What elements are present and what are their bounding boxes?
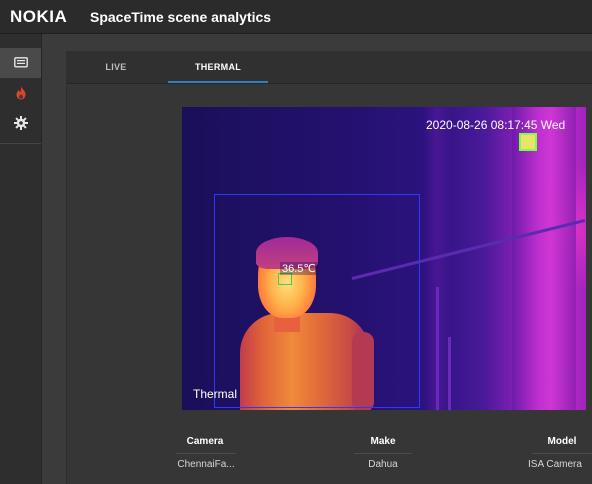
- app-title: SpaceTime scene analytics: [90, 9, 272, 25]
- thermal-video-feed[interactable]: 36.5℃ 2020-08-26 08:17:45 Wed Thermal: [182, 107, 586, 410]
- rail-divider: [0, 143, 41, 144]
- tab-thermal[interactable]: THERMAL: [168, 51, 268, 83]
- message-icon: [13, 57, 28, 68]
- gear-icon: [13, 116, 28, 130]
- thermal-hot-pillar: [512, 107, 576, 410]
- rail-item-settings[interactable]: [0, 108, 41, 138]
- rail-item-events[interactable]: [0, 48, 41, 78]
- panel-divider: [66, 84, 67, 484]
- brand-logo[interactable]: NOKIA: [10, 7, 67, 27]
- info-header-model: Model: [547, 436, 577, 447]
- rail-item-thermal[interactable]: [0, 78, 41, 108]
- info-divider: [176, 453, 236, 454]
- info-divider: [532, 453, 592, 454]
- top-bar: NOKIA SpaceTime scene analytics: [0, 0, 592, 34]
- info-header-make: Make: [370, 436, 396, 447]
- info-value-model: ISA Camera: [528, 459, 582, 470]
- feed-timestamp: 2020-08-26 08:17:45 Wed: [426, 118, 566, 132]
- person-detection-box: [214, 194, 420, 408]
- info-header-camera: Camera: [186, 436, 224, 447]
- stream-label: Thermal: [193, 387, 238, 401]
- info-value-camera: ChennaiFa...: [177, 459, 235, 470]
- info-divider: [354, 453, 412, 454]
- info-value-make: Dahua: [368, 459, 398, 470]
- temperature-reading: 36.5℃: [280, 262, 318, 275]
- view-tabs: LIVE THERMAL: [66, 51, 592, 84]
- flame-icon: [16, 86, 25, 100]
- reference-marker: [519, 133, 537, 151]
- thermal-railing-post: [448, 337, 451, 410]
- tab-live[interactable]: LIVE: [86, 51, 146, 83]
- thermal-railing-post: [436, 287, 439, 410]
- side-rail: [0, 34, 42, 484]
